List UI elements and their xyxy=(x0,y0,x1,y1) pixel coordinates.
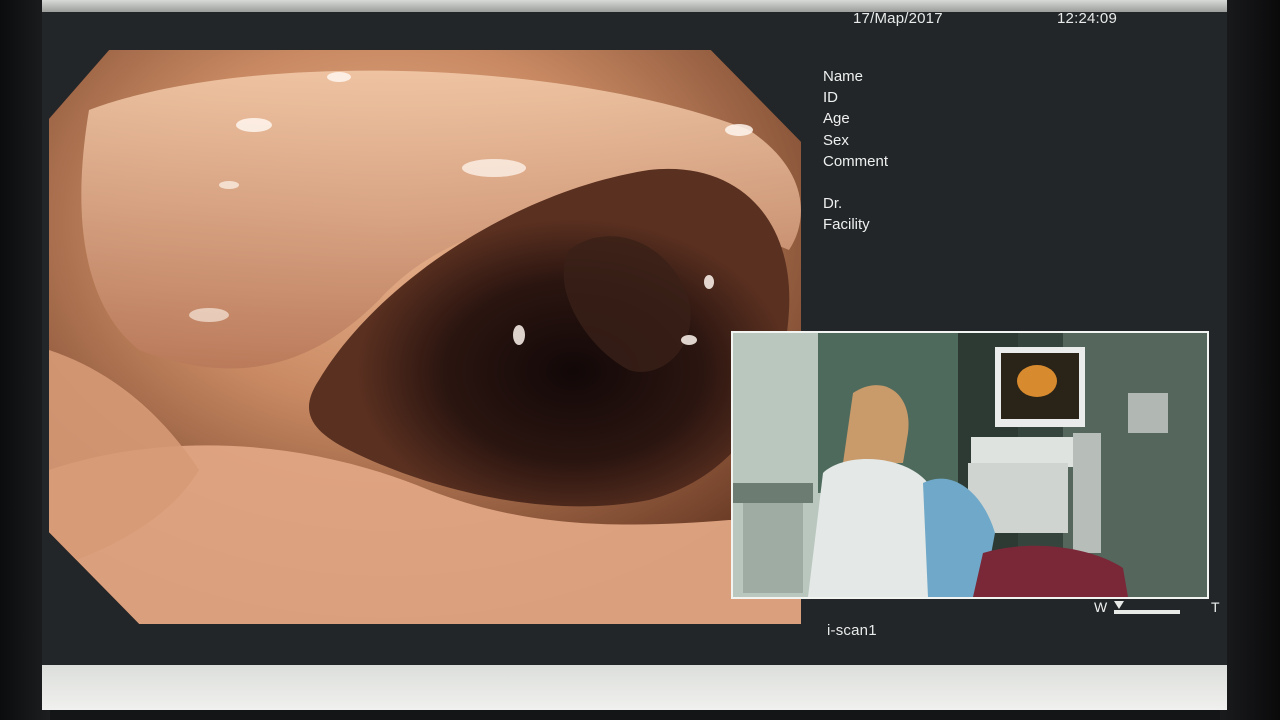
zoom-wide-label: W xyxy=(1094,599,1108,615)
room-camera-pip xyxy=(731,331,1209,599)
room-camera-image xyxy=(733,333,1207,597)
endoscopic-image xyxy=(49,50,801,624)
zoom-indicator: W T xyxy=(1094,598,1224,618)
patient-id-label: ID xyxy=(823,89,838,107)
patient-sex-label: Sex xyxy=(823,131,849,149)
patient-info-spacer xyxy=(823,172,888,193)
facility-label: Facility xyxy=(823,216,870,234)
zoom-position-marker xyxy=(1114,601,1124,609)
zoom-tele-label: T xyxy=(1211,599,1220,615)
zoom-track xyxy=(1114,610,1180,614)
endoscopy-monitor-screen: 17/Map/2017 12:24:09 Name ID Age Sex Com… xyxy=(42,0,1227,710)
doctor-label: Dr. xyxy=(823,195,843,213)
patient-comment-label: Comment xyxy=(823,152,889,170)
endoscopic-video-view xyxy=(49,50,801,624)
top-bezel-strip xyxy=(42,0,1227,12)
patient-info-panel: Name ID Age Sex Comment Dr. Facility xyxy=(823,66,888,236)
bottom-bezel-strip xyxy=(42,665,1227,710)
image-mode-label: i-scan1 xyxy=(827,622,877,639)
room-wall-right xyxy=(1220,0,1280,720)
date-readout: 17/Map/2017 xyxy=(853,10,943,27)
patient-age-label: Age xyxy=(823,110,850,128)
time-readout: 12:24:09 xyxy=(1057,10,1117,27)
patient-name-label: Name xyxy=(823,68,864,85)
